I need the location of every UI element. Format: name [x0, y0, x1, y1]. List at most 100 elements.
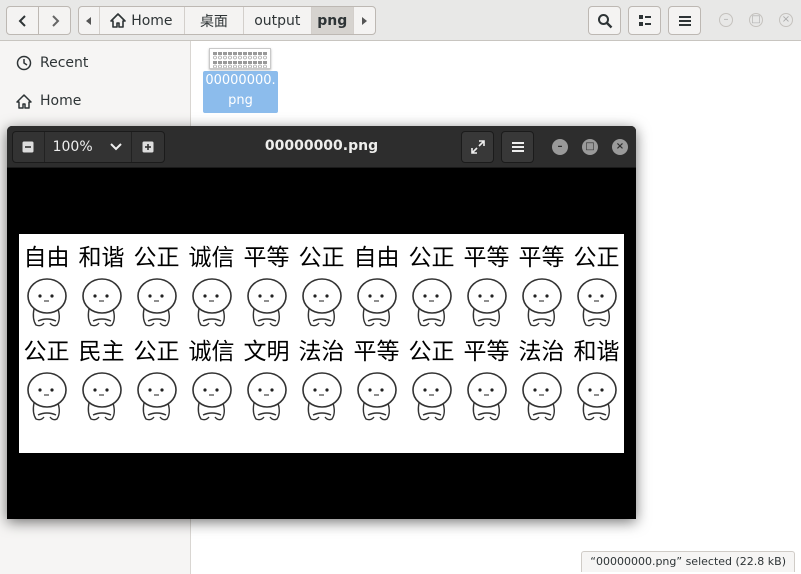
viewer-minimize-button[interactable]: –	[552, 139, 568, 155]
cartoon-face-icon	[404, 371, 459, 423]
image-word-row: 公正 民主 公正 诚信 文明 法治 平等 公正 平等 法治 和谐	[19, 338, 624, 366]
image-word: 自由	[353, 245, 400, 271]
image-word: 公正	[573, 245, 620, 271]
zoom-out-button[interactable]	[13, 132, 45, 162]
plus-icon	[142, 141, 154, 153]
image-word: 法治	[518, 339, 565, 365]
image-word: 平等	[243, 245, 290, 271]
viewer-maximize-button[interactable]: □	[582, 139, 598, 155]
triangle-right-icon	[362, 16, 368, 25]
chevron-right-icon	[51, 14, 59, 27]
chevron-left-icon	[18, 14, 26, 27]
zoom-level[interactable]: 100%	[45, 132, 101, 162]
file-name-line2: png	[228, 93, 253, 108]
clock-icon	[16, 55, 32, 71]
image-face-row	[19, 371, 624, 423]
sidebar-item-label: Home	[40, 93, 82, 109]
path-item-label: 桌面	[199, 13, 228, 30]
maximize-button[interactable]: □	[749, 13, 763, 27]
image-word: 民主	[78, 339, 125, 365]
image-word: 法治	[298, 339, 345, 365]
cartoon-face-icon	[404, 277, 459, 329]
minimize-button[interactable]: –	[719, 13, 733, 27]
chevron-down-icon	[110, 143, 122, 151]
search-button[interactable]	[588, 6, 621, 35]
cartoon-face-icon	[459, 277, 514, 329]
image-word: 平等	[353, 339, 400, 365]
cartoon-face-icon	[74, 371, 129, 423]
cartoon-face-icon	[74, 277, 129, 329]
close-button[interactable]: ×	[779, 13, 793, 27]
image-word: 公正	[23, 339, 70, 365]
image-word-row: 自由 和谐 公正 诚信 平等 公正 自由 公正 平等 平等 公正	[19, 244, 624, 272]
file-name-label[interactable]: 00000000. png	[203, 71, 278, 113]
files-headerbar: Home 桌面 output png – □ ×	[0, 0, 801, 41]
viewer-close-button[interactable]: ×	[612, 139, 628, 155]
minimize-icon: –	[557, 141, 563, 152]
cartoon-face-icon	[514, 371, 569, 423]
forward-button[interactable]	[38, 6, 71, 35]
sidebar-item-home[interactable]: Home	[0, 84, 190, 118]
viewer-headerbar: 100% 00000000.png – □ ×	[7, 126, 636, 168]
list-view-icon	[638, 14, 651, 26]
path-item-output[interactable]: output	[244, 7, 312, 34]
image-word: 公正	[298, 245, 345, 271]
path-scroll-left-button[interactable]	[79, 7, 101, 34]
viewer-menu-button[interactable]	[501, 131, 534, 163]
file-thumbnail[interactable]	[209, 48, 271, 69]
path-bar: Home 桌面 output png	[78, 6, 376, 35]
cartoon-face-icon	[239, 371, 294, 423]
cartoon-face-icon	[349, 371, 404, 423]
image-word: 公正	[133, 339, 180, 365]
zoom-dropdown-button[interactable]	[100, 132, 133, 162]
home-icon	[16, 93, 32, 109]
image-word: 诚信	[188, 245, 235, 271]
close-icon: ×	[781, 14, 791, 25]
image-face-row	[19, 277, 624, 329]
path-item-home[interactable]: Home	[100, 7, 185, 34]
cartoon-face-icon	[129, 371, 184, 423]
image-word: 平等	[463, 339, 510, 365]
cartoon-face-icon	[514, 277, 569, 329]
image-thumbnail-icon	[210, 49, 270, 68]
image-word: 公正	[133, 245, 180, 271]
cartoon-face-icon	[239, 277, 294, 329]
cartoon-face-icon	[184, 371, 239, 423]
minimize-icon: –	[723, 14, 729, 25]
maximize-icon: □	[751, 14, 761, 25]
cartoon-face-icon	[294, 277, 349, 329]
path-item-label: Home	[131, 12, 173, 29]
close-icon: ×	[615, 141, 625, 152]
zoom-in-button[interactable]	[132, 132, 164, 162]
cartoon-face-icon	[459, 371, 514, 423]
menu-button[interactable]	[668, 6, 701, 35]
status-bar: “00000000.png” selected (22.8 kB)	[581, 551, 795, 572]
image-word: 平等	[463, 245, 510, 271]
image-word: 公正	[408, 339, 455, 365]
image-word: 诚信	[188, 339, 235, 365]
path-item-desktop[interactable]: 桌面	[185, 7, 244, 34]
image-viewer-window: 100% 00000000.png – □ × 自由 和谐 公正 诚信 平等 公正 自由 公正…	[7, 126, 636, 519]
back-button[interactable]	[6, 6, 39, 35]
displayed-image: 自由 和谐 公正 诚信 平等 公正 自由 公正 平等 平等 公正 公正 民主 公正 诚信 文明 法治 平等 公正平…	[19, 234, 624, 453]
zoom-control: 100%	[12, 131, 165, 163]
image-word: 和谐	[78, 245, 125, 271]
image-word: 和谐	[573, 339, 620, 365]
path-item-png[interactable]: png	[311, 7, 354, 34]
fullscreen-button[interactable]	[461, 131, 494, 163]
cartoon-face-icon	[349, 277, 404, 329]
cartoon-face-icon	[569, 277, 624, 329]
path-scroll-right-button[interactable]	[354, 7, 375, 34]
image-word: 平等	[518, 245, 565, 271]
path-item-label: png	[317, 12, 348, 29]
hamburger-icon	[678, 15, 691, 26]
search-icon	[597, 13, 612, 28]
path-item-label: output	[254, 12, 301, 29]
image-word: 公正	[408, 245, 455, 271]
sidebar-item-recent[interactable]: Recent	[0, 46, 190, 80]
cartoon-face-icon	[19, 371, 74, 423]
cartoon-face-icon	[184, 277, 239, 329]
view-mode-button[interactable]	[628, 6, 661, 35]
cartoon-face-icon	[19, 277, 74, 329]
cartoon-face-icon	[129, 277, 184, 329]
